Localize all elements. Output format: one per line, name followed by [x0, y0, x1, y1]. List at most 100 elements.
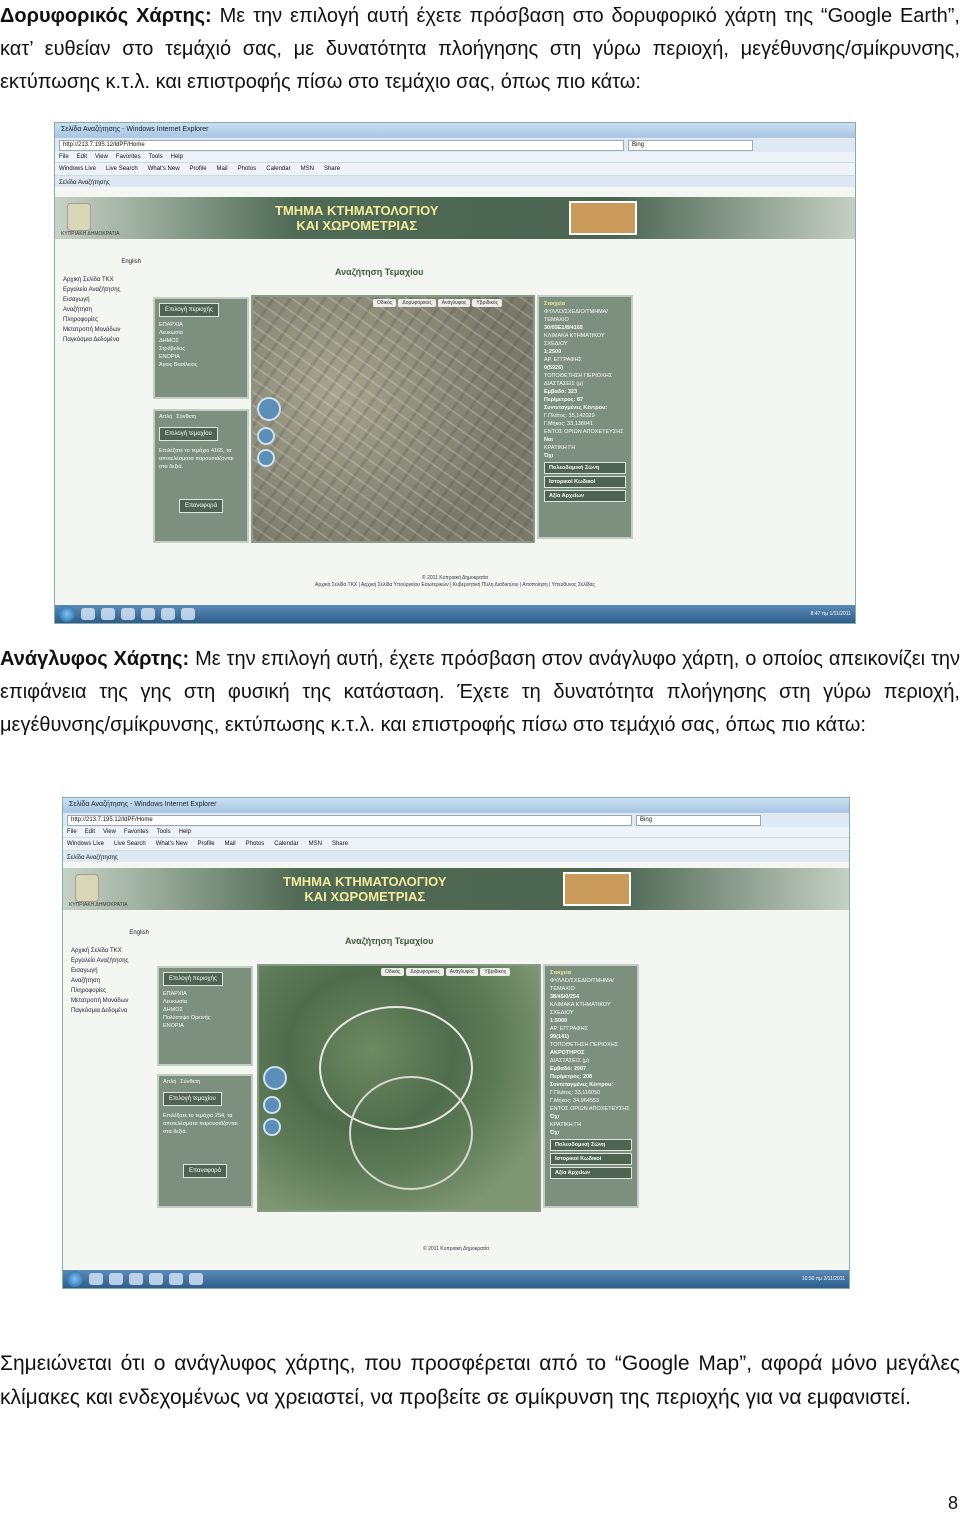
nav-intro[interactable]: Εισαγωγή [71, 966, 149, 976]
restore-button[interactable]: Επαναφορά [182, 1164, 228, 1178]
zoom-in-icon[interactable] [257, 427, 275, 445]
tab-advanced[interactable]: Σύνθετη [180, 1078, 200, 1086]
menu-help[interactable]: Help [171, 152, 183, 162]
excel-icon[interactable] [181, 608, 195, 620]
link-live-search[interactable]: Live Search [114, 838, 146, 850]
menu-edit[interactable]: Edit [77, 152, 87, 162]
ie-icon[interactable] [81, 608, 95, 620]
menu-file[interactable]: File [59, 152, 69, 162]
nav-units[interactable]: Μετατροπή Μονάδων [63, 325, 141, 335]
link-whats-new[interactable]: What's New [148, 163, 180, 175]
tab-simple[interactable]: Απλή [163, 1078, 176, 1086]
menu-tools[interactable]: Tools [157, 827, 171, 837]
zone-button[interactable]: Πολεοδομική Ζώνη [550, 1139, 632, 1151]
satellite-map[interactable]: Οδικός Δορυφορικός Ανάγλυφος Υβριδικός [251, 295, 535, 543]
nav-info[interactable]: Πληροφορίες [71, 986, 149, 996]
start-button-icon[interactable] [59, 606, 75, 622]
valuation-button[interactable]: Αξία Αρχείων [550, 1167, 632, 1179]
link-profile[interactable]: Profile [190, 163, 207, 175]
relief-map[interactable]: Οδικός Δορυφορικός Ανάγλυφος Υβριδικός [257, 964, 541, 1212]
history-button[interactable]: Ιστορικοί Κωδικοί [544, 476, 626, 488]
menu-tools[interactable]: Tools [149, 152, 163, 162]
menu-help[interactable]: Help [179, 827, 191, 837]
select-parcel-button[interactable]: Επιλογή τεμαχίου [159, 427, 218, 441]
footer-links[interactable]: Αρχική Σελίδα ΤΚΧ | Αρχική Σελίδα Υπουργ… [55, 582, 855, 589]
link-photos[interactable]: Photos [238, 163, 257, 175]
nav-search-tool[interactable]: Εργαλείο Αναζήτησης [71, 956, 149, 966]
url-field[interactable]: http://213.7.195.12/ldPF/Home [59, 139, 624, 151]
nav-global-data[interactable]: Παγκόσμια Δεδομένα [71, 1006, 149, 1016]
excel-icon[interactable] [189, 1273, 203, 1285]
nav-info[interactable]: Πληροφορίες [63, 315, 141, 325]
link-photos[interactable]: Photos [246, 838, 265, 850]
tab-advanced[interactable]: Σύνθετη [176, 413, 196, 421]
menu-view[interactable]: View [95, 152, 108, 162]
menu-favorites[interactable]: Favorites [116, 152, 141, 162]
url-field[interactable]: http://213.7.195.12/ldPF/Home [67, 814, 632, 826]
link-share[interactable]: Share [332, 838, 348, 850]
restore-button[interactable]: Επαναφορά [178, 499, 224, 513]
menu-edit[interactable]: Edit [85, 827, 95, 837]
zoom-out-icon[interactable] [263, 1118, 281, 1136]
menu-view[interactable]: View [103, 827, 116, 837]
map-tab-relief[interactable]: Ανάγλυφος [445, 968, 479, 976]
ie-icon[interactable] [89, 1273, 103, 1285]
start-button-icon[interactable] [67, 1271, 83, 1287]
nav-search-tool[interactable]: Εργαλείο Αναζήτησης [63, 285, 141, 295]
menu-favorites[interactable]: Favorites [124, 827, 149, 837]
link-profile[interactable]: Profile [198, 838, 215, 850]
nav-global-data[interactable]: Παγκόσμια Δεδομένα [63, 335, 141, 345]
nav-home[interactable]: Αρχική Σελίδα ΤΚΧ [71, 946, 149, 956]
search-field[interactable]: Bing [636, 814, 761, 826]
link-calendar[interactable]: Calendar [274, 838, 298, 850]
map-tab-satellite[interactable]: Δορυφορικός [406, 968, 444, 976]
select-area-button[interactable]: Επιλογή περιοχής [163, 972, 223, 986]
zoom-in-icon[interactable] [263, 1096, 281, 1114]
valuation-button[interactable]: Αξία Αρχείων [544, 490, 626, 502]
link-live-search[interactable]: Live Search [106, 163, 138, 175]
nav-search[interactable]: Αναζήτηση [71, 976, 149, 986]
word-icon[interactable] [169, 1273, 183, 1285]
map-tab-relief[interactable]: Ανάγλυφος [437, 299, 471, 307]
english-link[interactable]: English [71, 928, 149, 938]
link-calendar[interactable]: Calendar [266, 163, 290, 175]
link-whats-new[interactable]: What's New [156, 838, 188, 850]
zoom-out-icon[interactable] [257, 449, 275, 467]
nav-search[interactable]: Αναζήτηση [63, 305, 141, 315]
map-badge-icon [569, 201, 637, 235]
map-tab-road[interactable]: Οδικός [381, 968, 405, 976]
tab-simple[interactable]: Απλή [159, 413, 172, 421]
link-mail[interactable]: Mail [217, 163, 228, 175]
nav-intro[interactable]: Εισαγωγή [63, 295, 141, 305]
nav-units[interactable]: Μετατροπή Μονάδων [71, 996, 149, 1006]
map-tab-hybrid[interactable]: Υβριδικός [480, 968, 511, 976]
english-link[interactable]: English [63, 257, 141, 267]
map-tab-satellite[interactable]: Δορυφορικός [398, 299, 436, 307]
pdf-icon[interactable] [149, 1273, 163, 1285]
media-icon[interactable] [129, 1273, 143, 1285]
select-parcel-button[interactable]: Επιλογή τεμαχίου [163, 1092, 222, 1106]
map-badge-icon [563, 872, 631, 906]
folder-icon[interactable] [109, 1273, 123, 1285]
map-tab-hybrid[interactable]: Υβριδικός [472, 299, 503, 307]
pan-control-icon[interactable] [263, 1066, 287, 1090]
map-tab-road[interactable]: Οδικός [373, 299, 397, 307]
word-icon[interactable] [161, 608, 175, 620]
link-mail[interactable]: Mail [225, 838, 236, 850]
link-msn[interactable]: MSN [301, 163, 314, 175]
nav-home[interactable]: Αρχική Σελίδα ΤΚΧ [63, 275, 141, 285]
pan-control-icon[interactable] [257, 397, 281, 421]
history-button[interactable]: Ιστορικοί Κωδικοί [550, 1153, 632, 1165]
media-icon[interactable] [121, 608, 135, 620]
link-share[interactable]: Share [324, 163, 340, 175]
link-windows-live[interactable]: Windows Live [59, 163, 96, 175]
menu-file[interactable]: File [67, 827, 77, 837]
sheet-value: 30/05E1/8/4165 [544, 325, 583, 331]
search-field[interactable]: Bing [628, 139, 753, 151]
link-msn[interactable]: MSN [309, 838, 322, 850]
link-windows-live[interactable]: Windows Live [67, 838, 104, 850]
pdf-icon[interactable] [141, 608, 155, 620]
folder-icon[interactable] [101, 608, 115, 620]
zone-button[interactable]: Πολεοδομική Ζώνη [544, 462, 626, 474]
select-area-button[interactable]: Επιλογή περιοχής [159, 303, 219, 317]
